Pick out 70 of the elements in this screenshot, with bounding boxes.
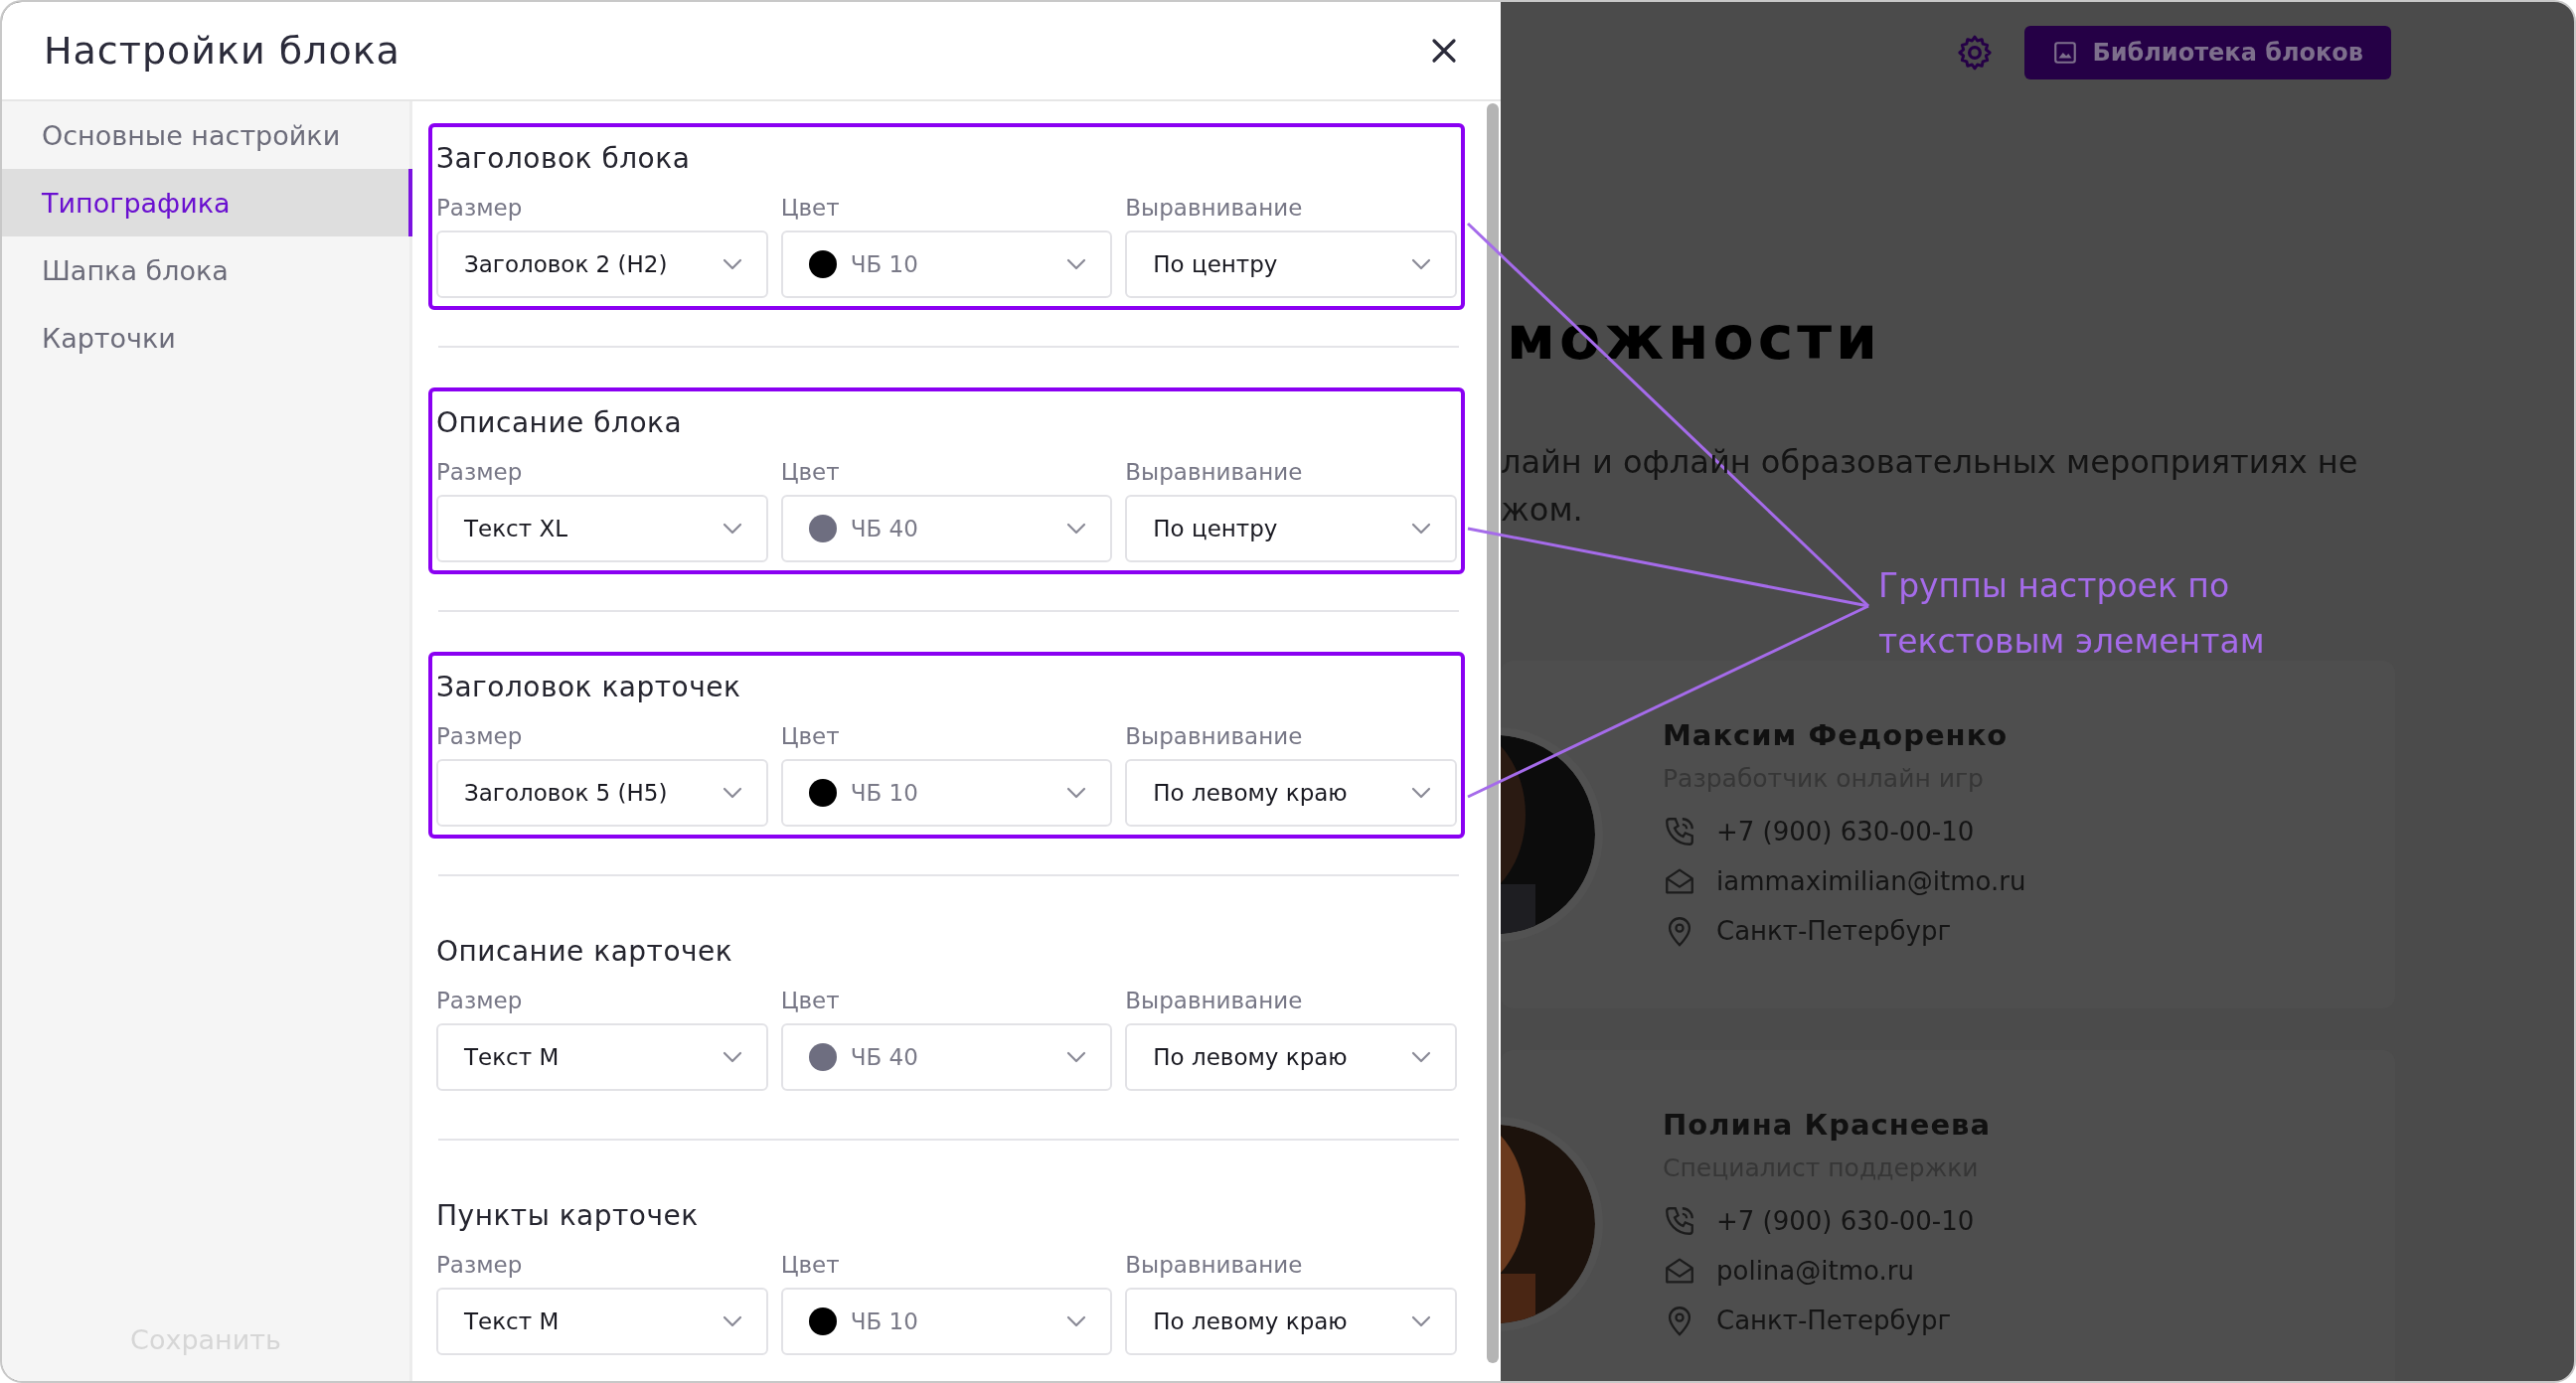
group-title: Пункты карточек <box>436 1198 700 1234</box>
field-label: Размер <box>436 722 524 751</box>
chevron-icon <box>1411 787 1431 799</box>
dropdown[interactable]: По левому краю <box>1125 1288 1457 1355</box>
dropdown[interactable]: Заголовок 5 (H5) <box>436 759 768 827</box>
group-title: Описание блока <box>436 405 684 441</box>
chevron-icon <box>1411 1315 1431 1327</box>
chevron-icon <box>1066 787 1087 799</box>
dropdown[interactable]: ЧБ 40 <box>780 1023 1113 1091</box>
city-name: Санкт-Петербург <box>1716 916 1952 946</box>
dropdown[interactable]: Текст XL <box>436 495 768 562</box>
dropdown[interactable]: Текст M <box>436 1023 768 1091</box>
field-label: Цвет <box>780 987 841 1015</box>
dialog-title: Настройки блока <box>44 29 401 73</box>
field-label: Цвет <box>780 722 841 751</box>
field-label: Выравнивание <box>1125 1251 1304 1280</box>
field-label: Выравнивание <box>1125 722 1304 751</box>
field-label: Размер <box>436 1251 524 1280</box>
sidebar-item[interactable]: Типографика <box>2 169 412 236</box>
chevron-icon <box>722 1051 742 1063</box>
dropdown[interactable]: По левому краю <box>1125 759 1457 827</box>
chevron-icon <box>722 1315 742 1327</box>
chevron-icon <box>1066 523 1087 535</box>
annotation-text: Группы настроек по текстовым элементам <box>1878 565 2266 663</box>
dropdown[interactable]: ЧБ 10 <box>780 230 1113 298</box>
chevron-icon <box>1411 258 1431 270</box>
dropdown[interactable]: По центру <box>1125 230 1457 298</box>
library-button[interactable]: Библиотека блоков <box>2024 26 2391 79</box>
field-label: Выравнивание <box>1125 987 1304 1015</box>
field-label: Выравнивание <box>1125 194 1304 223</box>
chevron-icon <box>722 523 742 535</box>
field-label: Размер <box>436 194 524 223</box>
chevron-icon <box>722 787 742 799</box>
image-icon <box>2052 40 2079 66</box>
email-address: polina@itmo.ru <box>1716 1256 1914 1286</box>
person-name: Полина Краснеева <box>1663 1107 1991 1144</box>
group-title: Описание карточек <box>436 934 734 970</box>
chevron-icon <box>722 258 742 270</box>
field-label: Цвет <box>780 194 841 223</box>
dropdown[interactable]: Текст M <box>436 1288 768 1355</box>
dropdown[interactable]: По центру <box>1125 495 1457 562</box>
chevron-icon <box>1066 1315 1087 1327</box>
sidebar-item[interactable]: Основные настройки <box>2 101 412 169</box>
description-text: жом. <box>1501 490 1584 531</box>
dropdown[interactable]: Заголовок 2 (H2) <box>436 230 768 298</box>
scrollbar[interactable] <box>1487 103 1499 1363</box>
sidebar-item[interactable]: Карточки <box>2 304 412 372</box>
dropdown[interactable]: ЧБ 40 <box>780 495 1113 562</box>
person-name: Максим Федоренко <box>1663 717 2010 754</box>
dropdown[interactable]: ЧБ 10 <box>780 759 1113 827</box>
field-label: Выравнивание <box>1125 458 1304 487</box>
phone-number: +7 (900) 630-00-10 <box>1716 1206 1975 1236</box>
chevron-icon <box>1066 1051 1087 1063</box>
dropdown[interactable]: ЧБ 10 <box>780 1288 1113 1355</box>
chevron-icon <box>1411 1051 1431 1063</box>
field-label: Размер <box>436 987 524 1015</box>
city-name: Санкт-Петербург <box>1716 1306 1952 1335</box>
dropdown[interactable]: По левому краю <box>1125 1023 1457 1091</box>
field-label: Цвет <box>780 1251 841 1280</box>
phone-number: +7 (900) 630-00-10 <box>1716 817 1975 846</box>
email-address: iammaximilian@itmo.ru <box>1716 866 2026 896</box>
chevron-icon <box>1066 258 1087 270</box>
phone-icon <box>1663 1204 1696 1238</box>
field-label: Размер <box>436 458 524 487</box>
chevron-icon <box>1411 523 1431 535</box>
group-title: Заголовок блока <box>436 141 692 177</box>
phone-icon <box>1663 815 1696 848</box>
group-title: Заголовок карточек <box>436 670 742 705</box>
sidebar-item[interactable]: Шапка блока <box>2 236 412 304</box>
field-label: Цвет <box>780 458 841 487</box>
